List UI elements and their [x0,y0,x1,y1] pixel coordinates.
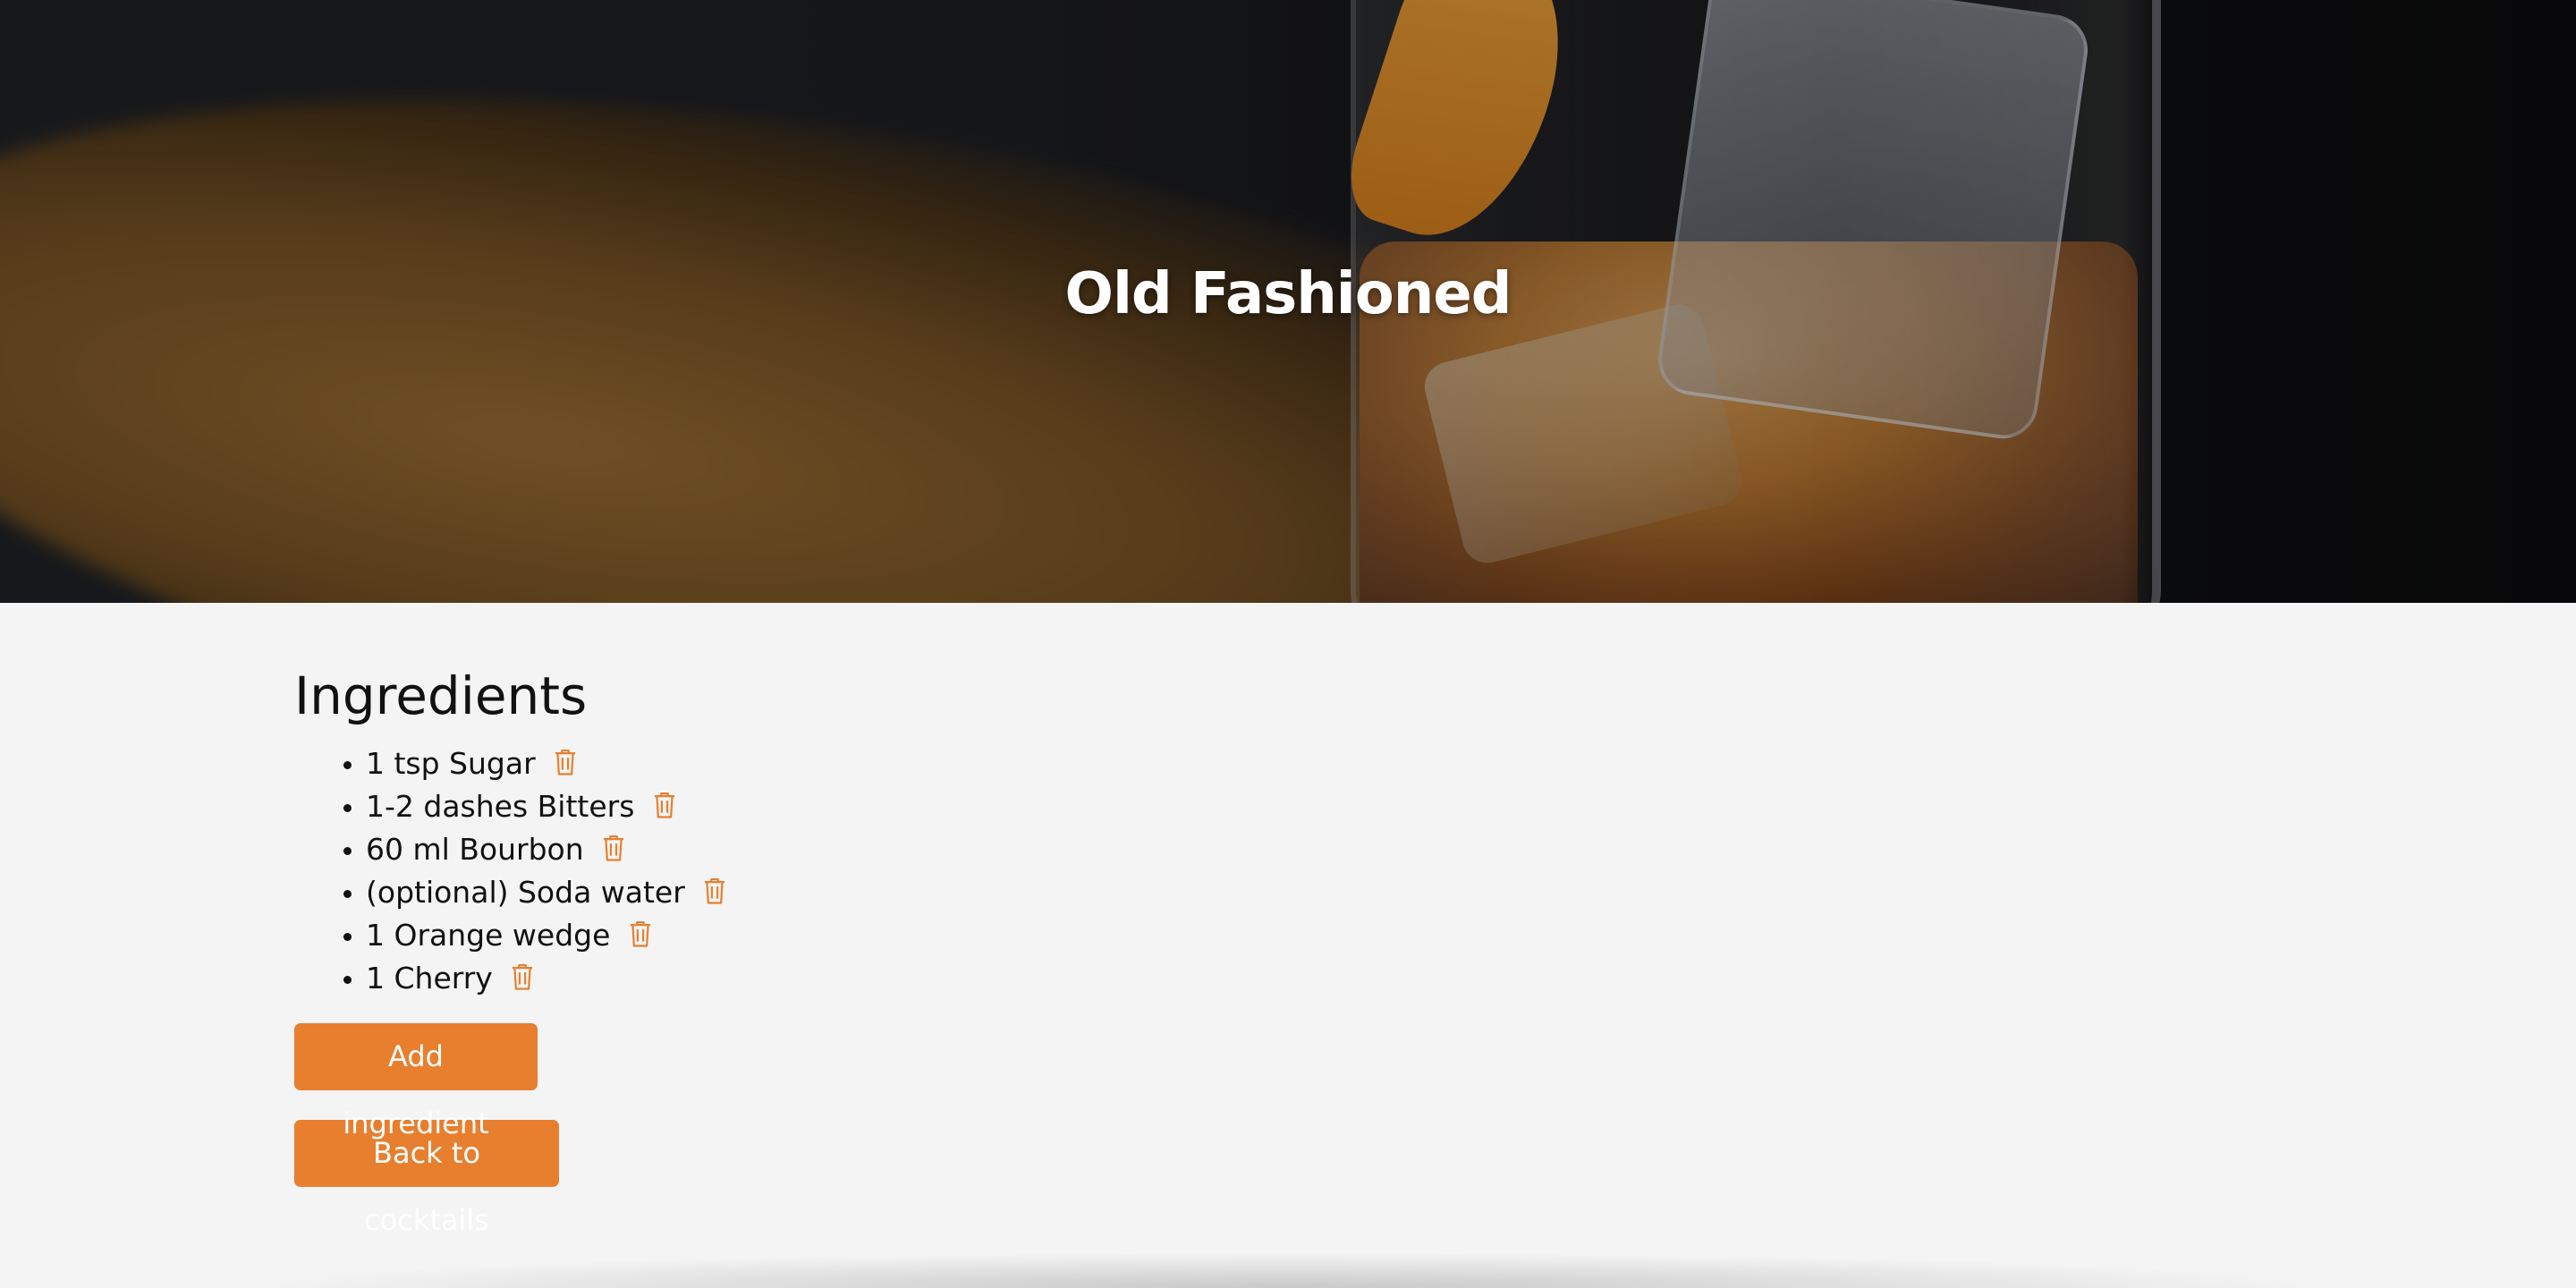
ingredient-label: 60 ml Bourbon [366,832,584,867]
ingredient-item: 60 ml Bourbon [366,828,2262,871]
trash-icon[interactable] [651,791,678,819]
ingredient-list: 1 tsp Sugar 1-2 dashes Bitters 60 ml Bou… [294,742,2262,1000]
ingredient-item: 1-2 dashes Bitters [366,785,2262,828]
ingredients-panel: Ingredients 1 tsp Sugar 1-2 dashes Bitte… [294,662,2262,1237]
trash-icon[interactable] [552,748,579,776]
hero-banner: Old Fashioned [0,0,2576,603]
cocktail-title: Old Fashioned [1064,261,1513,327]
ingredient-item: (optional) Soda water [366,871,2262,914]
ingredient-label: 1 Orange wedge [366,918,611,953]
trash-icon[interactable] [600,834,627,862]
ingredient-label: 1-2 dashes Bitters [366,789,635,824]
trash-icon[interactable] [627,919,654,948]
trash-icon[interactable] [509,962,536,991]
ingredient-label: 1 tsp Sugar [366,746,536,781]
ingredient-item: 1 Orange wedge [366,914,2262,957]
ingredient-item: 1 Cherry [366,957,2262,1000]
trash-icon[interactable] [701,877,728,905]
ingredients-heading: Ingredients [294,665,588,726]
add-ingredient-button[interactable]: Add ingredient [294,1023,538,1140]
ingredient-item: 1 tsp Sugar [366,742,2262,785]
ingredient-label: 1 Cherry [366,961,493,996]
ingredient-label: (optional) Soda water [366,875,685,910]
footer-shadow [233,1252,2343,1288]
back-to-cocktails-button[interactable]: Back to cocktails [294,1120,559,1237]
